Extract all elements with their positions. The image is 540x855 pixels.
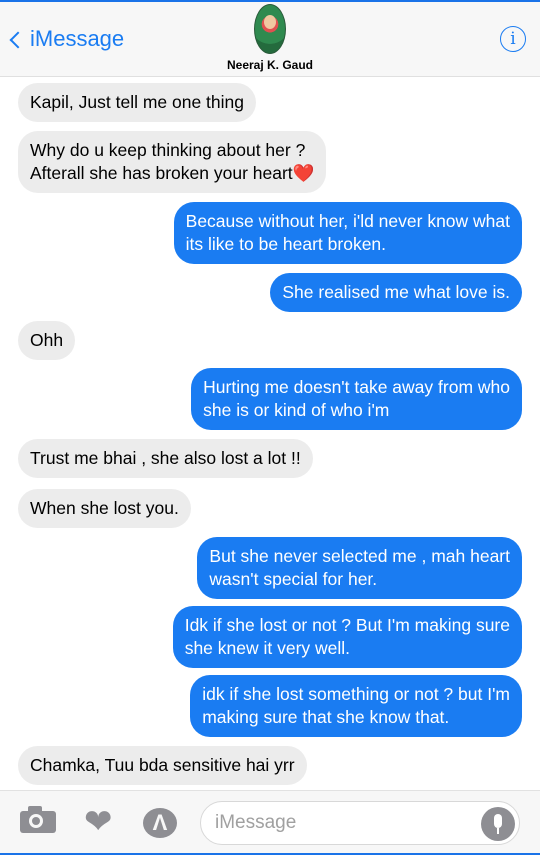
message-bubble: Why do u keep thinking about her ? After… (18, 131, 327, 193)
contact-name[interactable]: Neeraj K. Gaud (0, 58, 540, 72)
back-label: iMessage (30, 26, 125, 51)
message-bubble: idk if she lost something or not ? but I… (190, 675, 522, 737)
microphone-icon[interactable] (481, 807, 515, 841)
camera-icon[interactable] (0, 791, 70, 854)
contact-avatar[interactable] (254, 4, 286, 54)
digital-touch-heart-icon[interactable]: ❤ (84, 805, 118, 839)
app-store-icon[interactable]: Λ (143, 808, 177, 838)
message-bubble: Kapil, Just tell me one thing (18, 83, 257, 122)
back-button[interactable]: iMessage (9, 24, 125, 54)
message-composer: ❤ Λ iMessage (0, 790, 540, 854)
message-bubble: Hurting me doesn't take away from who sh… (191, 368, 522, 430)
chevron-left-icon (9, 31, 27, 49)
imessage-screen: iMessage Neeraj K. Gaud i Kapil, Just te… (0, 0, 540, 855)
message-input-placeholder: iMessage (215, 812, 297, 833)
message-bubble: But she never selected me , mah heart wa… (197, 537, 522, 599)
message-bubble: She realised me what love is. (270, 273, 522, 312)
message-bubble: Ohh (18, 321, 76, 360)
message-bubble: Trust me bhai , she also lost a lot !! (18, 439, 313, 478)
info-icon[interactable]: i (500, 26, 526, 52)
message-bubble: When she lost you. (18, 489, 191, 528)
conversation-header: iMessage Neeraj K. Gaud i (0, 2, 540, 77)
message-input[interactable]: iMessage (200, 801, 520, 845)
message-bubble: Idk if she lost or not ? But I'm making … (172, 606, 522, 668)
message-bubble: Chamka, Tuu bda sensitive hai yrr (18, 746, 307, 785)
message-bubble: Because without her, i'ld never know wha… (173, 202, 522, 264)
